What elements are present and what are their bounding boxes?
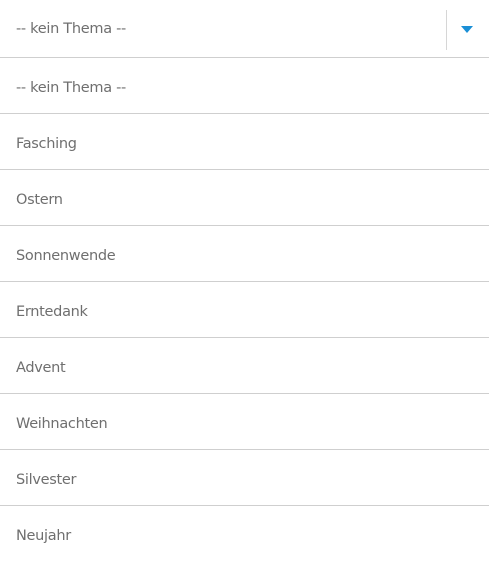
option-silvester[interactable]: Silvester — [0, 450, 489, 506]
option-label: -- kein Thema -- — [16, 80, 126, 96]
option-ostern[interactable]: Ostern — [0, 170, 489, 226]
option-advent[interactable]: Advent — [0, 338, 489, 394]
theme-select[interactable]: -- kein Thema -- — [0, 0, 489, 58]
option-fasching[interactable]: Fasching — [0, 114, 489, 170]
option-label: Silvester — [16, 472, 77, 488]
option-erntedank[interactable]: Erntedank — [0, 282, 489, 338]
option-sonnenwende[interactable]: Sonnenwende — [0, 226, 489, 282]
theme-select-value: -- kein Thema -- — [16, 21, 126, 37]
option-label: Sonnenwende — [16, 248, 116, 264]
option-kein-thema[interactable]: -- kein Thema -- — [0, 58, 489, 114]
option-label: Erntedank — [16, 304, 88, 320]
option-label: Advent — [16, 360, 66, 376]
option-label: Weihnachten — [16, 416, 108, 432]
option-weihnachten[interactable]: Weihnachten — [0, 394, 489, 450]
theme-options-list: -- kein Thema -- Fasching Ostern Sonnenw… — [0, 58, 489, 562]
option-neujahr[interactable]: Neujahr — [0, 506, 489, 562]
select-divider — [446, 10, 447, 50]
option-label: Ostern — [16, 192, 63, 208]
chevron-down-icon[interactable] — [461, 26, 473, 33]
option-label: Fasching — [16, 136, 77, 152]
